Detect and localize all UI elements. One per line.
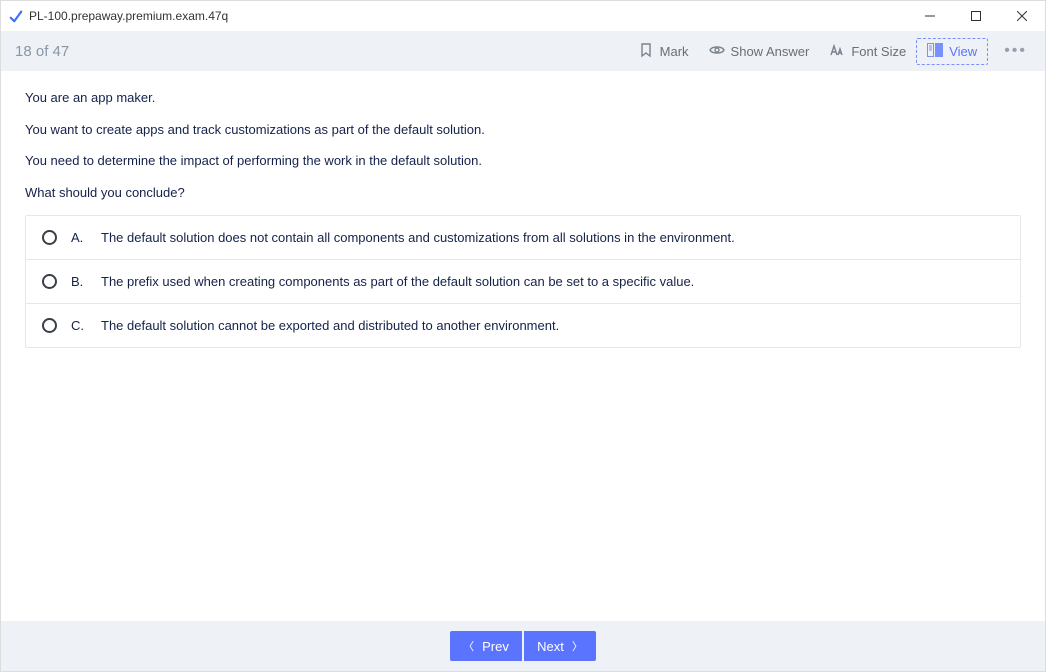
font-size-label: Font Size	[851, 44, 906, 59]
options-list: A. The default solution does not contain…	[25, 215, 1021, 348]
question-paragraph: What should you conclude?	[25, 184, 1021, 202]
prev-label: Prev	[482, 639, 509, 654]
show-answer-label: Show Answer	[731, 44, 810, 59]
mark-label: Mark	[660, 44, 689, 59]
radio-icon	[42, 230, 57, 245]
next-label: Next	[537, 639, 564, 654]
mark-button[interactable]: Mark	[628, 38, 699, 65]
question-paragraph: You are an app maker.	[25, 89, 1021, 107]
titlebar: PL-100.prepaway.premium.exam.47q	[1, 1, 1045, 31]
question-paragraph: You need to determine the impact of perf…	[25, 152, 1021, 170]
footer: 〈 Prev Next 〉	[1, 621, 1045, 671]
option-c[interactable]: C. The default solution cannot be export…	[26, 304, 1020, 347]
bookmark-icon	[638, 42, 654, 61]
option-b[interactable]: B. The prefix used when creating compone…	[26, 260, 1020, 304]
option-text: The default solution does not contain al…	[101, 230, 735, 245]
prev-button[interactable]: 〈 Prev	[450, 631, 522, 661]
window-controls	[907, 1, 1045, 31]
more-button[interactable]: •••	[1000, 42, 1031, 60]
maximize-button[interactable]	[953, 1, 999, 31]
show-answer-button[interactable]: Show Answer	[699, 38, 820, 65]
option-letter: A.	[71, 230, 87, 245]
next-button[interactable]: Next 〉	[524, 631, 596, 661]
option-letter: B.	[71, 274, 87, 289]
question-counter: 18 of 47	[15, 43, 69, 60]
option-letter: C.	[71, 318, 87, 333]
view-button[interactable]: View	[916, 38, 988, 65]
app-logo-icon	[9, 9, 23, 23]
radio-icon	[42, 274, 57, 289]
minimize-button[interactable]	[907, 1, 953, 31]
radio-icon	[42, 318, 57, 333]
toolbar: 18 of 47 Mark Show Answer Font Size View…	[1, 31, 1045, 71]
option-a[interactable]: A. The default solution does not contain…	[26, 216, 1020, 260]
font-size-icon	[829, 42, 845, 61]
eye-icon	[709, 42, 725, 61]
question-area: You are an app maker. You want to create…	[1, 71, 1045, 621]
window-title: PL-100.prepaway.premium.exam.47q	[29, 9, 907, 23]
view-label: View	[949, 44, 977, 59]
question-paragraph: You want to create apps and track custom…	[25, 121, 1021, 139]
font-size-button[interactable]: Font Size	[819, 38, 916, 65]
view-icon	[927, 43, 943, 60]
option-text: The prefix used when creating components…	[101, 274, 694, 289]
option-text: The default solution cannot be exported …	[101, 318, 559, 333]
close-button[interactable]	[999, 1, 1045, 31]
chevron-left-icon: 〈	[463, 638, 474, 654]
chevron-right-icon: 〉	[572, 638, 583, 654]
